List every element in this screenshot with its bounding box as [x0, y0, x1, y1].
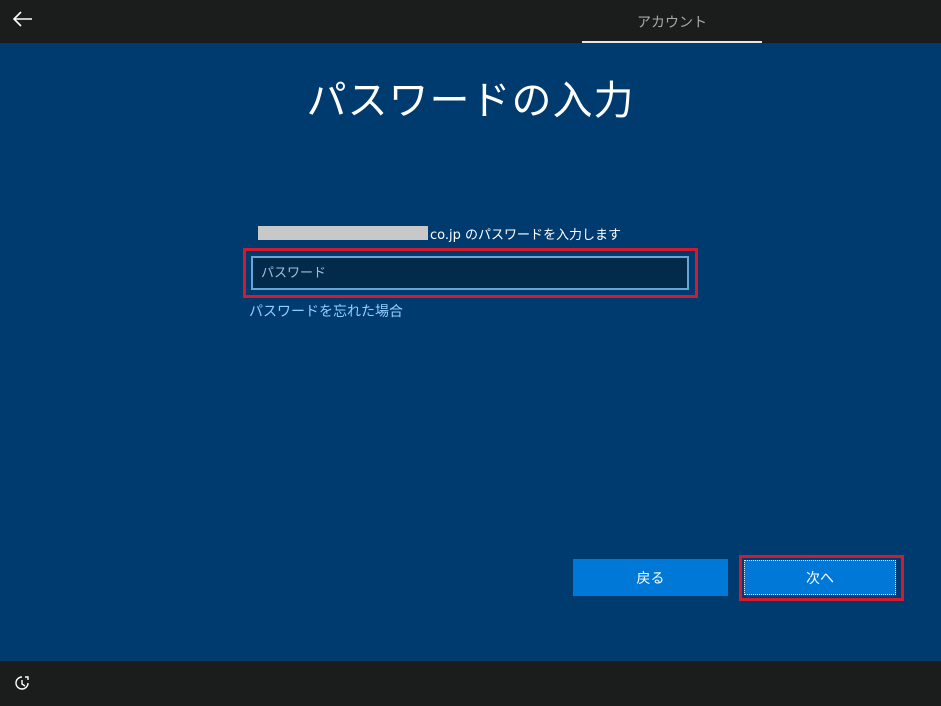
- tab-account[interactable]: アカウント: [582, 0, 762, 43]
- next-button[interactable]: 次へ: [744, 560, 896, 595]
- forgot-password-link[interactable]: パスワードを忘れた場合: [249, 301, 403, 321]
- ease-of-access-button[interactable]: [11, 674, 33, 696]
- redacted-email-block: [258, 226, 428, 240]
- back-arrow-button[interactable]: [8, 6, 38, 36]
- ease-of-access-icon: [14, 675, 30, 695]
- bottom-bar: [0, 661, 941, 706]
- prompt-text: co.jp のパスワードを入力します: [430, 227, 622, 243]
- page-title: パスワードの入力: [306, 78, 635, 124]
- top-bar: アカウント: [0, 0, 941, 43]
- back-button[interactable]: 戻る: [573, 559, 728, 596]
- tab-account-label: アカウント: [637, 14, 707, 31]
- back-arrow-icon: [12, 11, 33, 31]
- password-prompt: co.jp のパスワードを入力します: [258, 223, 621, 243]
- password-input[interactable]: [251, 256, 689, 290]
